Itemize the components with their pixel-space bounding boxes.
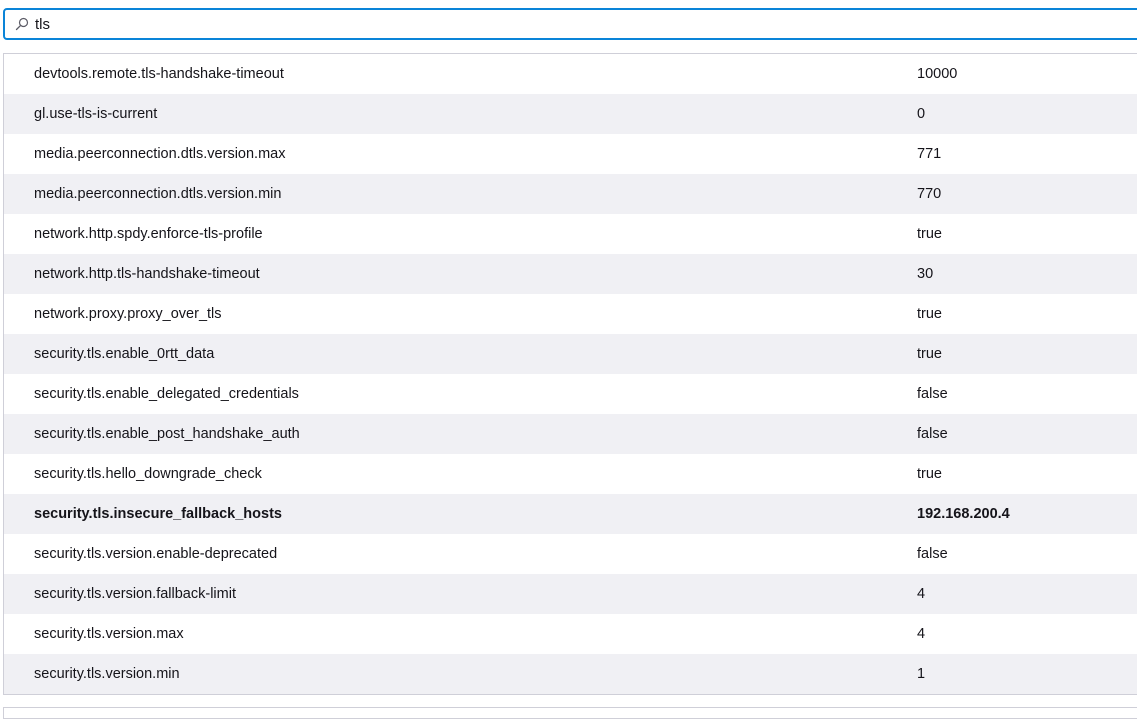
pref-value[interactable]: 4 xyxy=(917,586,925,602)
pref-name: network.http.tls-handshake-timeout xyxy=(34,266,260,282)
pref-value[interactable]: false xyxy=(917,546,948,562)
search-icon xyxy=(15,17,29,31)
pref-row[interactable]: security.tls.enable_delegated_credential… xyxy=(4,374,1137,414)
pref-name: network.proxy.proxy_over_tls xyxy=(34,306,222,322)
pref-row[interactable]: security.tls.hello_downgrade_check true xyxy=(4,454,1137,494)
pref-name: media.peerconnection.dtls.version.max xyxy=(34,146,286,162)
pref-row[interactable]: network.proxy.proxy_over_tls true xyxy=(4,294,1137,334)
pref-value[interactable]: 192.168.200.4 xyxy=(917,506,1010,522)
search-input[interactable] xyxy=(35,13,635,35)
pref-value[interactable]: true xyxy=(917,466,942,482)
pref-name: security.tls.enable_delegated_credential… xyxy=(34,386,299,402)
pref-row[interactable]: security.tls.version.max 4 xyxy=(4,614,1137,654)
pref-value[interactable]: 10000 xyxy=(917,66,957,82)
pref-row[interactable]: security.tls.enable_post_handshake_auth … xyxy=(4,414,1137,454)
pref-row[interactable]: security.tls.enable_0rtt_data true xyxy=(4,334,1137,374)
preferences-table: devtools.remote.tls-handshake-timeout 10… xyxy=(3,53,1137,695)
pref-row[interactable]: security.tls.version.enable-deprecated f… xyxy=(4,534,1137,574)
pref-value[interactable]: false xyxy=(917,386,948,402)
pref-value[interactable]: 771 xyxy=(917,146,941,162)
pref-name: security.tls.version.fallback-limit xyxy=(34,586,236,602)
pref-row[interactable]: security.tls.version.fallback-limit 4 xyxy=(4,574,1137,614)
pref-name: security.tls.insecure_fallback_hosts xyxy=(34,506,282,522)
pref-value[interactable]: 1 xyxy=(917,666,925,682)
pref-value[interactable]: 0 xyxy=(917,106,925,122)
pref-name: devtools.remote.tls-handshake-timeout xyxy=(34,66,284,82)
pref-value[interactable]: 770 xyxy=(917,186,941,202)
new-pref-row[interactable] xyxy=(3,707,1137,719)
pref-name: security.tls.version.max xyxy=(34,626,184,642)
pref-value[interactable]: false xyxy=(917,426,948,442)
pref-name: security.tls.enable_post_handshake_auth xyxy=(34,426,300,442)
pref-value[interactable]: 30 xyxy=(917,266,933,282)
pref-name: gl.use-tls-is-current xyxy=(34,106,158,122)
pref-value[interactable]: true xyxy=(917,346,942,362)
pref-name: security.tls.hello_downgrade_check xyxy=(34,466,262,482)
pref-value[interactable]: 4 xyxy=(917,626,925,642)
pref-row-modified[interactable]: security.tls.insecure_fallback_hosts 192… xyxy=(4,494,1137,534)
search-box[interactable] xyxy=(3,8,1137,40)
pref-row[interactable]: devtools.remote.tls-handshake-timeout 10… xyxy=(4,54,1137,94)
pref-row[interactable]: security.tls.version.min 1 xyxy=(4,654,1137,694)
pref-row[interactable]: media.peerconnection.dtls.version.max 77… xyxy=(4,134,1137,174)
pref-value[interactable]: true xyxy=(917,306,942,322)
pref-row[interactable]: gl.use-tls-is-current 0 xyxy=(4,94,1137,134)
pref-row[interactable]: network.http.spdy.enforce-tls-profile tr… xyxy=(4,214,1137,254)
pref-name: security.tls.version.enable-deprecated xyxy=(34,546,278,562)
pref-name: network.http.spdy.enforce-tls-profile xyxy=(34,226,263,242)
pref-name: media.peerconnection.dtls.version.min xyxy=(34,186,282,202)
pref-row[interactable]: media.peerconnection.dtls.version.min 77… xyxy=(4,174,1137,214)
pref-value[interactable]: true xyxy=(917,226,942,242)
pref-name: security.tls.enable_0rtt_data xyxy=(34,346,215,362)
pref-row[interactable]: network.http.tls-handshake-timeout 30 xyxy=(4,254,1137,294)
pref-name: security.tls.version.min xyxy=(34,666,180,682)
